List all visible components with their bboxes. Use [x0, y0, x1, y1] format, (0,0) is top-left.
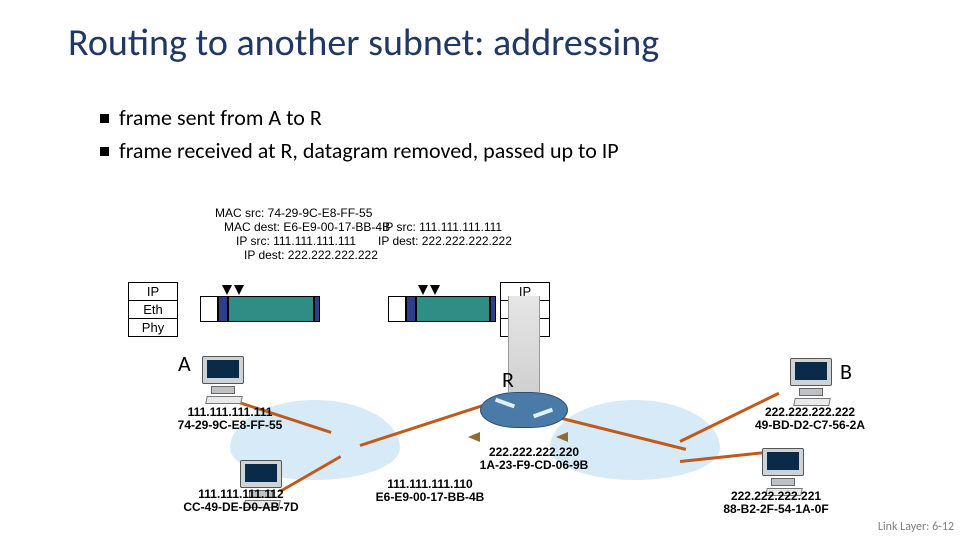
addr-a2: 111.111.111.112 CC-49-DE-D0-AB-7D [166, 488, 316, 514]
slide-title: Routing to another subnet: addressing [68, 20, 659, 66]
protocol-stack-a: IP Eth Phy [128, 282, 178, 337]
host-b2-icon [760, 448, 806, 488]
addr-router-left: 111.111.111.110 E6-E9-00-17-BB-4B [350, 478, 510, 504]
packet-ip-src-overlay: IP src: 111.111.111.111 [382, 220, 502, 234]
host-b-label: B [840, 358, 852, 385]
addr-b2: 222.222.222.221 88-B2-2F-54-1A-0F [696, 490, 856, 516]
addr-a: 111.111.111.111 74-29-9C-E8-FF-55 [160, 406, 300, 432]
slide-footer: Link Layer: 6-12 [878, 520, 954, 534]
arrow-down-icon [222, 285, 232, 295]
host-a-icon [200, 356, 246, 396]
packet-ip-dest-overlay: IP dest: 222.222.222.222 [378, 234, 512, 248]
frame-at-a [200, 296, 320, 322]
bullet-item: frame sent from A to R [100, 104, 619, 131]
bullet-list: frame sent from A to R frame received at… [100, 104, 619, 170]
arrow-down-icon [430, 285, 440, 295]
arrow-left-icon [468, 432, 480, 442]
arrow-left-icon [556, 432, 568, 442]
bullet-item: frame received at R, datagram removed, p… [100, 137, 619, 164]
packet-ip-dest: IP dest: 222.222.222.222 [244, 248, 378, 262]
router-icon [480, 392, 568, 428]
packet-mac-src: MAC src: 74-29-9C-E8-FF-55 [215, 206, 372, 220]
router-label: R [502, 366, 514, 393]
arrow-down-icon [418, 285, 428, 295]
bullet-icon [100, 147, 109, 156]
stack-eth: Eth [129, 301, 177, 319]
addr-b: 222.222.222.222 49-BD-D2-C7-56-2A [730, 406, 890, 432]
bullet-icon [100, 114, 109, 123]
host-a-label: A [178, 350, 191, 377]
arrow-down-icon [234, 285, 244, 295]
stack-ip: IP [129, 283, 177, 301]
packet-mac-dest: MAC dest: E6-E9-00-17-BB-4B [224, 220, 390, 234]
packet-ip-src: IP src: 111.111.111.111 [236, 234, 356, 248]
bullet-text: frame received at R, datagram removed, p… [119, 137, 619, 164]
frame-at-r [388, 296, 496, 322]
host-b-icon [788, 358, 834, 398]
addr-router-right: 222.222.222.220 1A-23-F9-CD-06-9B [454, 446, 614, 472]
stack-phy: Phy [129, 319, 177, 336]
bullet-text: frame sent from A to R [119, 104, 322, 131]
